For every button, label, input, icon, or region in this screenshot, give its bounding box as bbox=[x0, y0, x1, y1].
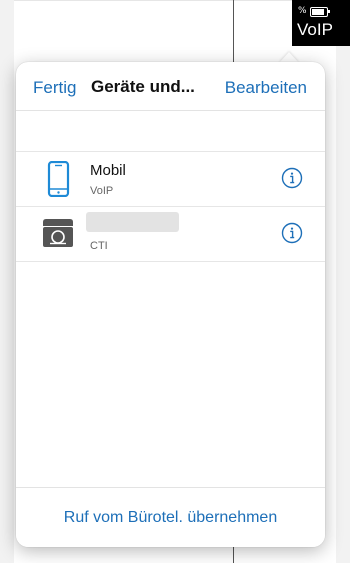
background-top-divider bbox=[14, 0, 336, 1]
popover-title: Geräte und... bbox=[91, 77, 195, 96]
background-left-edge bbox=[0, 0, 14, 563]
background-right-edge bbox=[336, 0, 350, 563]
section-spacer bbox=[16, 111, 325, 151]
battery-percent-label: % bbox=[298, 6, 307, 16]
battery-cap-icon bbox=[328, 10, 330, 13]
device-type: VoIP bbox=[90, 185, 114, 197]
device-row-mobile[interactable]: Mobil VoIP bbox=[16, 152, 325, 207]
battery-icon bbox=[310, 7, 328, 17]
edit-button[interactable]: Bearbeiten bbox=[225, 78, 307, 98]
popover-footer: Ruf vom Bürotel. übernehmen bbox=[16, 487, 325, 547]
info-icon[interactable] bbox=[280, 221, 304, 245]
popover-nav-bar: Fertig Geräte und... Bearbeiten bbox=[16, 62, 325, 111]
voip-status-indicator[interactable]: % VoIP bbox=[292, 0, 350, 46]
done-button[interactable]: Fertig bbox=[33, 78, 76, 98]
battery-fill bbox=[312, 9, 324, 15]
device-row-desk-phone[interactable]: CTI bbox=[16, 207, 325, 262]
device-name-placeholder bbox=[86, 212, 179, 232]
devices-popover: Fertig Geräte und... Bearbeiten Mobil Vo… bbox=[16, 62, 325, 547]
mobile-phone-icon bbox=[47, 161, 70, 197]
device-type: CTI bbox=[90, 240, 108, 252]
screen: % VoIP Fertig Geräte und... Bearbeiten M… bbox=[0, 0, 350, 563]
device-list: Mobil VoIP CTI bbox=[16, 151, 325, 262]
device-name: Mobil bbox=[90, 162, 126, 179]
desk-phone-icon bbox=[43, 219, 73, 247]
take-over-call-button[interactable]: Ruf vom Bürotel. übernehmen bbox=[16, 509, 325, 527]
voip-label: VoIP bbox=[297, 20, 333, 39]
info-icon[interactable] bbox=[280, 166, 304, 190]
